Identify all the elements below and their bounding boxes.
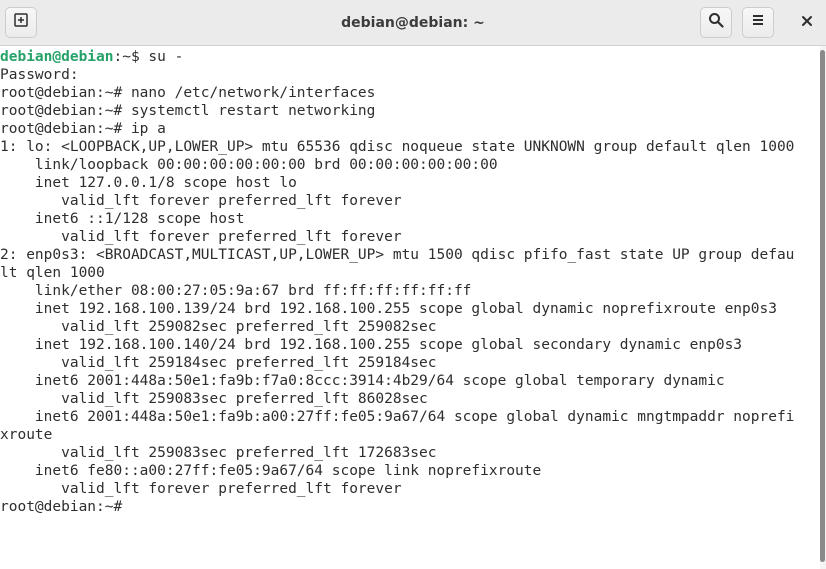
hamburger-menu-icon: [751, 13, 765, 32]
terminal-line: lt qlen 1000: [0, 265, 105, 281]
terminal-line: inet 192.168.100.139/24 brd 192.168.100.…: [0, 301, 777, 317]
terminal-line: debian@debian:~$ su -: [0, 48, 820, 66]
prompt-command: :~$ su -: [113, 49, 184, 65]
terminal-line: valid_lft forever preferred_lft forever: [0, 229, 402, 245]
terminal-line: inet6 2001:448a:50e1:fa9b:a00:27ff:fe05:…: [0, 409, 795, 425]
header-bar: debian@debian: ~: [0, 0, 826, 46]
terminal-line: inet6 ::1/128 scope host: [0, 211, 245, 227]
scrollbar[interactable]: [820, 46, 826, 569]
terminal-line: inet 192.168.100.140/24 brd 192.168.100.…: [0, 337, 743, 353]
terminal-line: Password:: [0, 67, 79, 83]
search-icon: [708, 12, 724, 33]
terminal-line: root@debian:~# nano /etc/network/interfa…: [0, 85, 376, 101]
terminal-line: valid_lft 259082sec preferred_lft 259082…: [0, 319, 437, 335]
terminal-line: valid_lft forever preferred_lft forever: [0, 193, 402, 209]
terminal-window: debian@debian: ~ debian@debian:~$ su - P…: [0, 0, 826, 569]
terminal-line: xroute: [0, 427, 53, 443]
terminal-output[interactable]: debian@debian:~$ su - Password: root@deb…: [0, 46, 820, 569]
scrollbar-thumb[interactable]: [820, 50, 825, 562]
terminal-line: valid_lft 259184sec preferred_lft 259184…: [0, 355, 437, 371]
terminal-line: valid_lft 259083sec preferred_lft 172683…: [0, 445, 437, 461]
terminal-line: root@debian:~# systemctl restart network…: [0, 103, 376, 119]
terminal-line: link/ether 08:00:27:05:9a:67 brd ff:ff:f…: [0, 283, 472, 299]
close-icon: [801, 14, 813, 32]
terminal-line: 2: enp0s3: <BROADCAST,MULTICAST,UP,LOWER…: [0, 247, 795, 263]
terminal-line: inet6 fe80::a00:27ff:fe05:9a67/64 scope …: [0, 463, 542, 479]
terminal-line: inet 127.0.0.1/8 scope host lo: [0, 175, 297, 191]
terminal-line: inet6 2001:448a:50e1:fa9b:f7a0:8ccc:3914…: [0, 373, 725, 389]
close-button[interactable]: [792, 7, 822, 38]
terminal-prompt-line: root@debian:~#: [0, 499, 131, 515]
terminal-line: valid_lft forever preferred_lft forever: [0, 481, 402, 497]
prompt-user: debian@debian: [0, 49, 114, 65]
search-button[interactable]: [700, 7, 732, 38]
terminal-line: valid_lft 259083sec preferred_lft 86028s…: [0, 391, 428, 407]
menu-button[interactable]: [742, 7, 774, 38]
terminal-line: root@debian:~# ip a: [0, 121, 166, 137]
terminal-line: 1: lo: <LOOPBACK,UP,LOWER_UP> mtu 65536 …: [0, 139, 795, 155]
terminal-line: link/loopback 00:00:00:00:00:00 brd 00:0…: [0, 157, 498, 173]
